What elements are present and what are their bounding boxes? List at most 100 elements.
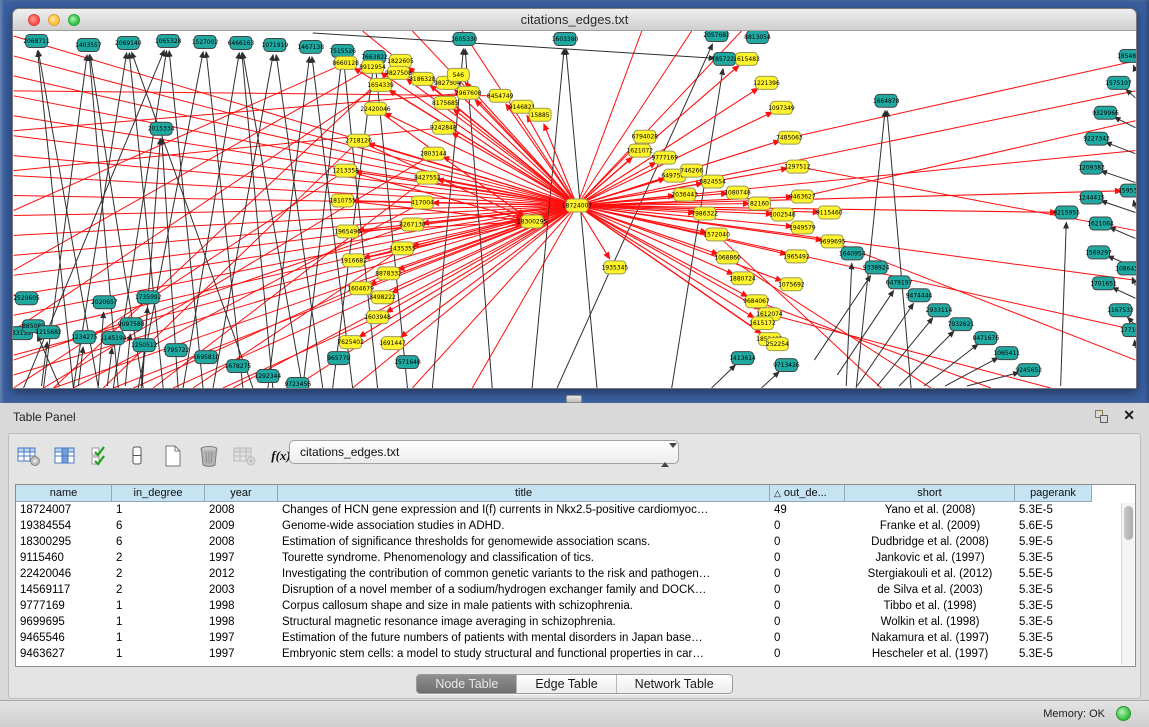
graph-node[interactable]: 1071919 (262, 38, 289, 51)
table-row[interactable]: 1872400712008Changes of HCN gene express… (16, 502, 1135, 518)
graph-node[interactable]: 1527002 (192, 35, 219, 48)
graph-node[interactable]: 9329966 (1092, 106, 1119, 119)
graph-node[interactable]: 1209383 (1078, 161, 1105, 174)
graph-node[interactable]: 1965496 (334, 225, 361, 238)
graph-node[interactable]: 1068860 (714, 251, 741, 264)
memory-status-indicator[interactable] (1116, 706, 1131, 721)
graph-node[interactable]: 7485063 (776, 131, 803, 144)
graph-node[interactable]: 2057682 (703, 31, 730, 41)
graph-node[interactable]: 1086430 (1115, 262, 1136, 275)
graph-node[interactable]: 2520605 (13, 292, 40, 305)
graph-node[interactable]: 8186328 (409, 72, 436, 85)
graph-node[interactable]: 1234275 (71, 331, 98, 344)
graph-node[interactable]: 9723456 (284, 378, 311, 388)
graph-node[interactable]: 1949579 (789, 221, 816, 234)
show-columns-icon[interactable] (53, 444, 77, 468)
graph-node[interactable]: 1572040 (703, 228, 730, 241)
graph-node[interactable]: 1145194 (100, 332, 127, 345)
table-row[interactable]: 977716911998Corpus callosum shape and si… (16, 598, 1135, 614)
graph-node[interactable]: 1822605 (387, 54, 414, 67)
graph-node[interactable]: 1250512 (131, 339, 158, 352)
table-row[interactable]: 911546021997Tourette syndrome. Phenomeno… (16, 550, 1135, 566)
graph-node[interactable]: 1292344 (255, 370, 282, 383)
scrollbar-thumb[interactable] (1124, 506, 1133, 540)
delete-table-icon[interactable] (197, 444, 221, 468)
graph-node[interactable]: 1691447 (379, 337, 406, 350)
column-header-name[interactable]: name (16, 485, 112, 502)
graph-node[interactable]: 7515526 (329, 44, 356, 57)
graph-node[interactable]: 7625402 (337, 336, 364, 349)
graph-node[interactable]: 2068711 (23, 34, 50, 47)
graph-node[interactable]: 1065328 (155, 34, 182, 47)
graph-node[interactable]: 252254 (766, 338, 789, 351)
graph-node[interactable]: 6794028 (632, 130, 659, 143)
graph-node[interactable]: 1075692 (778, 278, 805, 291)
graph-node[interactable]: 9097588 (118, 318, 145, 331)
window-titlebar[interactable]: citations_edges.txt (13, 9, 1136, 31)
graph-node[interactable]: 2069140 (115, 36, 142, 49)
graph-node[interactable]: 1413614 (729, 352, 756, 365)
column-header-title[interactable]: title (278, 485, 770, 502)
graph-node[interactable]: 1678275 (225, 360, 252, 373)
select-all-check-icon[interactable] (89, 444, 113, 468)
graph-node[interactable]: 1771034 (1120, 324, 1136, 337)
graph-node[interactable]: 8471676 (973, 332, 1000, 345)
graph-node[interactable]: 1935345 (602, 261, 629, 274)
graph-node[interactable]: 8427552 (414, 171, 441, 184)
graph-node[interactable]: 2933114 (926, 304, 953, 317)
network-canvas[interactable]: 1872400718300295206871114035572069140106… (13, 31, 1136, 388)
graph-node[interactable]: 8813054 (744, 31, 771, 43)
graph-node[interactable]: 1640954 (839, 247, 866, 260)
new-table-icon[interactable] (161, 444, 185, 468)
graph-node[interactable]: 9827508 (385, 66, 412, 79)
tab-network-table[interactable]: Network Table (617, 675, 732, 693)
graph-node[interactable]: 1215682 (35, 326, 62, 339)
graph-node[interactable]: 965779 (327, 352, 350, 365)
graph-node[interactable]: 8215955 (1053, 206, 1080, 219)
graph-node[interactable]: 6466163 (228, 36, 255, 49)
float-panel-icon[interactable] (1095, 410, 1109, 423)
table-scrollbar[interactable] (1121, 503, 1134, 665)
graph-node[interactable]: 1965492 (783, 250, 810, 263)
graph-node[interactable]: 9684067 (743, 295, 770, 308)
graph-node[interactable]: 1735992 (135, 291, 162, 304)
graph-node[interactable]: 1880724 (729, 272, 756, 285)
graph-node[interactable]: 8454749 (487, 89, 514, 102)
graph-node[interactable]: 1213358 (332, 164, 359, 177)
graph-node[interactable]: 1595358 (1118, 184, 1136, 197)
graph-node[interactable]: 1605330 (451, 32, 478, 45)
graph-node[interactable]: 1167533 (1107, 304, 1134, 317)
graph-node[interactable]: 1080748 (724, 186, 751, 199)
graph-node[interactable]: 1097349 (768, 101, 795, 114)
graph-node[interactable]: 1575107 (1105, 76, 1132, 89)
graph-node[interactable]: 8267130 (399, 218, 426, 231)
graph-node[interactable]: 546 (447, 68, 469, 81)
graph-node[interactable]: 9115460 (816, 206, 843, 219)
graph-node[interactable]: 1297512 (784, 160, 811, 173)
graph-node[interactable]: 417004 (411, 196, 434, 209)
graph-node[interactable]: 82160 (749, 197, 771, 210)
table-selector-combobox[interactable]: citations_edges.txt (289, 440, 679, 464)
graph-node[interactable]: 8660128 (332, 56, 359, 69)
graph-node[interactable]: 1621072 (627, 144, 654, 157)
graph-node[interactable]: 7986322 (691, 207, 718, 220)
graph-node[interactable]: 1603380 (552, 32, 579, 45)
graph-node[interactable]: 1795722 (163, 344, 190, 357)
graph-node[interactable]: 1810755 (329, 194, 356, 207)
graph-node[interactable]: 2020657 (91, 296, 118, 309)
graph-node[interactable]: 9699695 (819, 235, 846, 248)
graph-node[interactable]: 9338924 (863, 261, 890, 274)
splitter-handle[interactable] (566, 395, 582, 403)
graph-node[interactable]: 9245652 (1015, 364, 1042, 377)
table-row[interactable]: 2242004622012Investigating the contribut… (16, 566, 1135, 582)
graph-node[interactable]: 1244415 (1078, 191, 1105, 204)
graph-node[interactable]: 8498222 (369, 291, 396, 304)
graph-node[interactable]: 6479197 (886, 276, 913, 289)
graph-node[interactable]: 7932621 (948, 318, 975, 331)
graph-node[interactable]: 15885 (529, 108, 551, 121)
graph-node[interactable]: 1569297 (1085, 246, 1112, 259)
graph-node[interactable]: 2036443 (671, 188, 698, 201)
column-header-out_de[interactable]: △out_de... (770, 485, 845, 502)
close-panel-icon[interactable]: ✕ (1123, 407, 1135, 424)
column-header-short[interactable]: short (845, 485, 1015, 502)
